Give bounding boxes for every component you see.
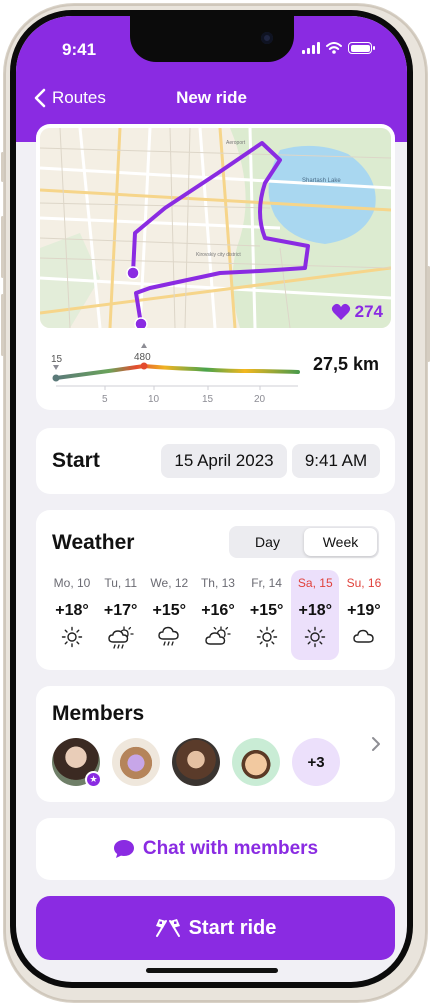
start-title: Start — [52, 449, 100, 472]
chevron-left-icon — [34, 88, 46, 108]
elevation-line — [54, 363, 300, 380]
chat-with-members-button[interactable]: Chat with members — [36, 818, 395, 880]
weather-day-name: Mo, 10 — [53, 576, 91, 590]
likes-count: 274 — [354, 302, 383, 321]
cloud-icon — [352, 626, 376, 651]
weather-days: Mo, 10 +18° Tu, 11 +17° We, 12 +15° Th, 13 +16°… — [48, 570, 388, 660]
sun-icon — [304, 626, 326, 653]
weather-day[interactable]: Tu, 11 +17° — [97, 570, 145, 660]
elevation-peak-point — [140, 362, 148, 370]
wifi-icon — [326, 42, 342, 54]
weather-day[interactable]: Fr, 14 +15° — [243, 570, 291, 660]
signal-icon — [302, 42, 320, 54]
weather-day-temp: +16° — [201, 602, 235, 619]
elevation-start-point — [52, 374, 60, 382]
weather-day-temp: +15° — [152, 602, 187, 619]
status-icons — [302, 42, 375, 54]
back-label: Routes — [52, 88, 106, 107]
sun-cloud-rain-icon — [107, 626, 134, 655]
notch — [130, 16, 294, 62]
weather-day-name: Su, 16 — [346, 576, 382, 590]
weather-day[interactable]: Sa, 15 +18° — [291, 570, 340, 660]
weather-day[interactable]: Su, 16 +19° — [340, 570, 388, 660]
members-title: Members — [52, 702, 145, 725]
weather-period-toggle: Day Week — [229, 526, 379, 558]
elevation-start-label: 15 — [51, 354, 63, 365]
chevron-right-icon[interactable] — [371, 736, 381, 752]
route-start-marker — [126, 266, 140, 280]
chat-label: Chat with members — [142, 838, 319, 859]
start-time-picker[interactable]: 9:41 AM — [292, 444, 380, 478]
weather-day[interactable]: Mo, 10 +18° — [48, 570, 96, 660]
weather-day-temp: +15° — [249, 602, 284, 619]
weather-day[interactable]: Th, 13 +16° — [194, 570, 242, 660]
star-icon: ★ — [85, 771, 102, 788]
heart-icon — [331, 303, 350, 320]
battery-icon — [348, 42, 375, 54]
avatar[interactable] — [172, 738, 220, 786]
weather-title: Weather — [52, 531, 135, 554]
likes-counter[interactable]: 274 — [331, 302, 383, 322]
weather-day-name: Th, 13 — [200, 576, 235, 590]
avatar[interactable]: ★ — [52, 738, 102, 788]
weather-day-temp: +18° — [298, 602, 333, 619]
start-ride-button[interactable]: Start ride — [36, 896, 395, 960]
sun-cloud-icon — [205, 626, 231, 653]
elevation-peak-marker-icon — [141, 343, 147, 348]
route-distance: 27,5 km — [312, 354, 379, 374]
more-members-button[interactable]: +3 — [292, 738, 340, 786]
screen: 9:41 Routes New ride Shartash Lake Kirov… — [16, 16, 407, 982]
home-indicator — [146, 968, 278, 973]
elevation-tick: 5 — [102, 394, 108, 405]
sun-icon — [61, 626, 83, 653]
weather-day-name: Fr, 14 — [251, 576, 282, 590]
elevation-tick: 15 — [202, 394, 214, 405]
weather-card: Weather Day Week Mo, 10 +18° Tu, 11 +17° We,… — [36, 510, 395, 670]
elevation-tick: 20 — [254, 394, 266, 405]
start-date-picker[interactable]: 15 April 2023 — [161, 444, 287, 478]
avatar[interactable] — [232, 738, 280, 786]
route-end-marker — [134, 317, 148, 328]
checkered-flags-icon — [155, 919, 180, 937]
volume-up-button — [1, 216, 4, 278]
start-card: Start 15 April 2023 9:41 AM — [36, 428, 395, 494]
members-avatars: ★ +3 — [52, 738, 340, 788]
camera — [261, 32, 273, 44]
power-button — [427, 266, 430, 362]
chat-bubble-icon — [113, 840, 134, 858]
elevation-peak-label: 480 — [134, 352, 151, 363]
map-label-airport: Aeroport — [226, 140, 246, 146]
elevation-start-marker-icon — [53, 365, 59, 370]
map-label-lake: Shartash Lake — [302, 178, 341, 184]
members-card: Members ★ +3 — [36, 686, 395, 802]
cloud-rain-icon — [157, 626, 181, 653]
back-button[interactable]: Routes — [34, 88, 106, 108]
sun-icon — [256, 626, 278, 653]
map-canvas: Shartash Lake Kirovskiy city district Ae… — [40, 128, 391, 328]
route-map[interactable]: Shartash Lake Kirovskiy city district Ae… — [40, 128, 391, 328]
weather-day-name: Tu, 11 — [104, 576, 137, 590]
status-time: 9:41 — [62, 40, 97, 59]
weather-day-temp: +18° — [55, 602, 89, 619]
tab-day[interactable]: Day — [231, 528, 304, 556]
weather-day-name: We, 12 — [150, 576, 189, 590]
tab-week[interactable]: Week — [304, 528, 377, 556]
avatar[interactable] — [112, 738, 160, 786]
weather-day[interactable]: We, 12 +15° — [145, 570, 193, 660]
weather-day-temp: +17° — [103, 602, 138, 619]
volume-down-button — [1, 294, 4, 356]
weather-day-name: Sa, 15 — [297, 576, 333, 590]
weather-day-temp: +19° — [347, 602, 381, 619]
map-label-district: Kirovskiy city district — [196, 252, 241, 258]
silent-switch — [1, 152, 4, 182]
elevation-tick: 10 — [148, 394, 160, 405]
route-card: Shartash Lake Kirovskiy city district Ae… — [36, 124, 395, 410]
start-ride-label: Start ride — [188, 916, 277, 939]
